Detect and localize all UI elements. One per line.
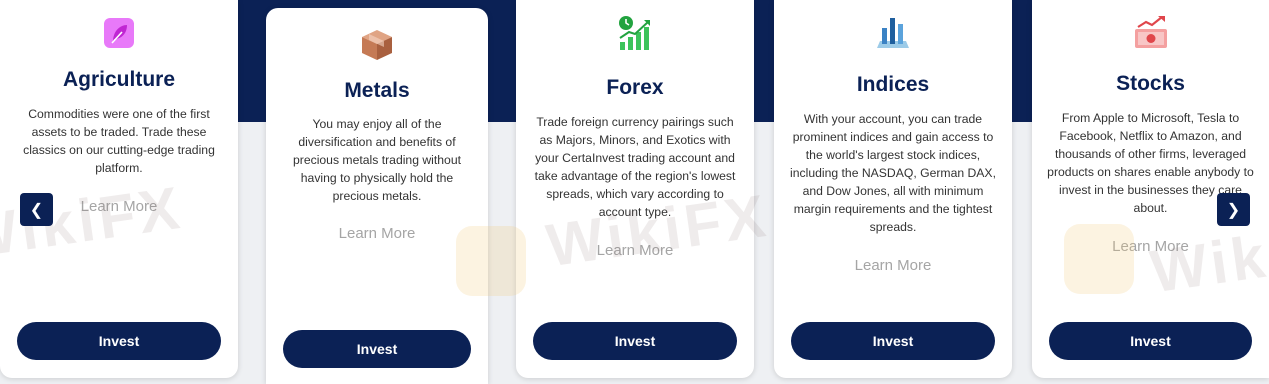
chevron-left-icon: ❮: [29, 201, 44, 219]
plant-leaf-icon: [104, 18, 134, 48]
card-indices: Indices With your account, you can trade…: [774, 0, 1012, 378]
learn-more-link[interactable]: Learn More: [516, 242, 754, 259]
card-title: Forex: [606, 76, 664, 99]
learn-more-link[interactable]: Learn More: [266, 225, 488, 242]
carousel-prev-button[interactable]: ❮: [20, 193, 53, 226]
learn-more-link[interactable]: Learn More: [1032, 238, 1269, 255]
card-description: You may enjoy all of the diversification …: [292, 117, 461, 203]
invest-button[interactable]: Invest: [533, 322, 737, 360]
chevron-right-icon: ❯: [1226, 201, 1241, 219]
learn-more-link[interactable]: Learn More: [774, 257, 1012, 274]
card-description: Trade foreign currency pairings such as M…: [534, 115, 736, 219]
carousel-next-button[interactable]: ❯: [1217, 193, 1250, 226]
metal-cube-icon: [362, 30, 392, 60]
card-description: With your account, you can trade prominen…: [790, 112, 996, 234]
invest-button[interactable]: Invest: [1049, 322, 1252, 360]
card-title: Stocks: [1116, 72, 1185, 95]
invest-button[interactable]: Invest: [791, 322, 995, 360]
forex-growth-chart-icon: [619, 16, 650, 50]
card-agriculture: Agriculture Commodities were one of the …: [0, 0, 238, 378]
card-description: Commodities were one of the first assets …: [23, 107, 215, 175]
indices-bars-icon: [877, 18, 909, 48]
card-metals: Metals You may enjoy all of the diversifi…: [266, 8, 488, 384]
card-title: Agriculture: [62, 68, 175, 91]
invest-button[interactable]: Invest: [17, 322, 221, 360]
card-title: Indices: [856, 73, 930, 96]
invest-button[interactable]: Invest: [283, 330, 471, 368]
card-stocks: Stocks From Apple to Microsoft, Tesla to…: [1032, 0, 1269, 378]
card-title: Metals: [344, 79, 410, 102]
stocks-cash-icon: [1134, 16, 1167, 48]
card-forex: Forex Trade foreign currency pairings su…: [516, 0, 754, 378]
